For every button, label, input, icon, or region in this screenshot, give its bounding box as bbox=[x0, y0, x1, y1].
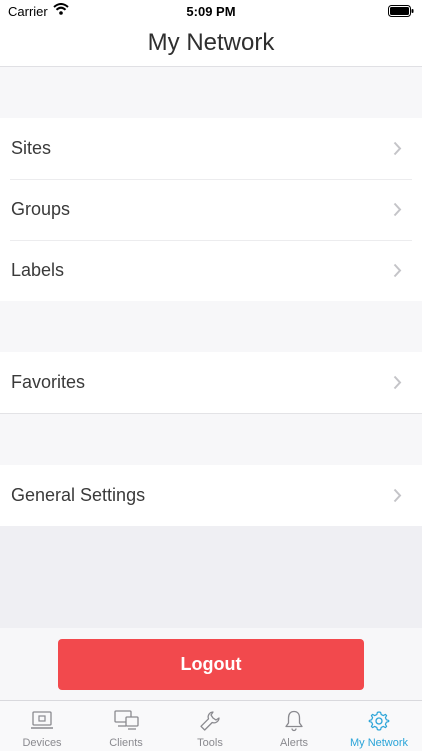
tab-clients[interactable]: Clients bbox=[84, 701, 168, 751]
menu-item-label: Labels bbox=[11, 260, 65, 280]
tab-tools[interactable]: Tools bbox=[168, 701, 252, 751]
tab-bar: Devices Clients Tools Alerts My Network bbox=[0, 700, 422, 751]
chevron-right-icon bbox=[393, 141, 402, 156]
menu-item-label: Sites bbox=[11, 138, 52, 158]
chevron-right-icon bbox=[393, 375, 402, 390]
chevron-right-icon bbox=[393, 263, 402, 278]
menu-item-sites[interactable]: Sites bbox=[0, 118, 422, 179]
menu-group-network: Sites Groups Labels bbox=[0, 118, 422, 302]
tab-label: Tools bbox=[197, 737, 223, 749]
bell-icon bbox=[285, 710, 303, 732]
navigation-bar: My Network bbox=[0, 22, 422, 67]
tab-alerts[interactable]: Alerts bbox=[252, 701, 336, 751]
menu-item-label: Groups bbox=[11, 199, 71, 219]
gear-icon bbox=[368, 711, 390, 731]
tab-devices[interactable]: Devices bbox=[0, 701, 84, 751]
page-title: My Network bbox=[147, 29, 275, 56]
section-spacer bbox=[0, 67, 422, 118]
logout-button[interactable]: Logout bbox=[58, 639, 364, 690]
tab-my-network[interactable]: My Network bbox=[336, 701, 422, 751]
chevron-right-icon bbox=[393, 202, 402, 217]
clock: 5:09 PM bbox=[186, 4, 236, 19]
menu-item-label: General Settings bbox=[11, 485, 146, 505]
menu-item-groups[interactable]: Groups bbox=[0, 179, 422, 240]
section-spacer bbox=[0, 414, 422, 465]
devices-icon bbox=[31, 711, 53, 729]
section-spacer bbox=[0, 301, 422, 352]
menu-item-general-settings[interactable]: General Settings bbox=[0, 465, 422, 526]
tab-label: My Network bbox=[349, 737, 409, 749]
menu-item-favorites[interactable]: Favorites bbox=[0, 352, 422, 413]
menu-item-label: Favorites bbox=[11, 372, 86, 392]
tab-label: Alerts bbox=[279, 737, 309, 749]
empty-background bbox=[0, 526, 422, 628]
menu-group-settings: General Settings bbox=[0, 465, 422, 526]
status-bar: Carrier 5:09 PM bbox=[0, 0, 422, 22]
clients-icon bbox=[114, 710, 139, 730]
menu-item-labels[interactable]: Labels bbox=[0, 240, 422, 301]
tab-label: Devices bbox=[22, 737, 62, 749]
tab-label: Clients bbox=[109, 737, 143, 749]
chevron-right-icon bbox=[393, 488, 402, 503]
menu-group-favorites: Favorites bbox=[0, 352, 422, 414]
logout-area: Logout bbox=[0, 628, 422, 700]
wrench-icon bbox=[200, 711, 220, 731]
battery-icon bbox=[388, 5, 414, 20]
